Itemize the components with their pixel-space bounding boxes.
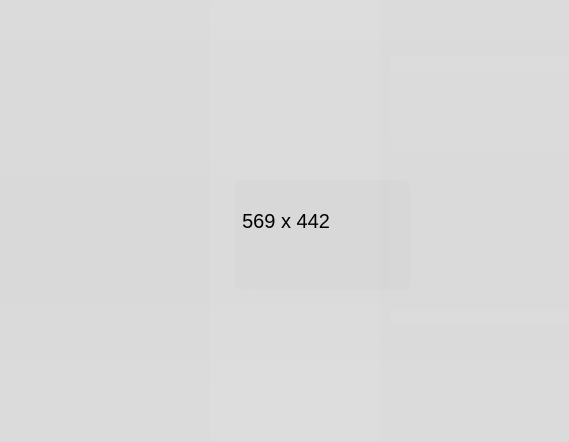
placeholder-image: 569 x 442 — [0, 0, 569, 442]
dimension-label: 569 x 442 — [242, 211, 330, 233]
faint-shape-right — [390, 55, 569, 325]
faint-shape-middle — [235, 180, 410, 290]
faint-shape-bottom — [0, 310, 569, 442]
